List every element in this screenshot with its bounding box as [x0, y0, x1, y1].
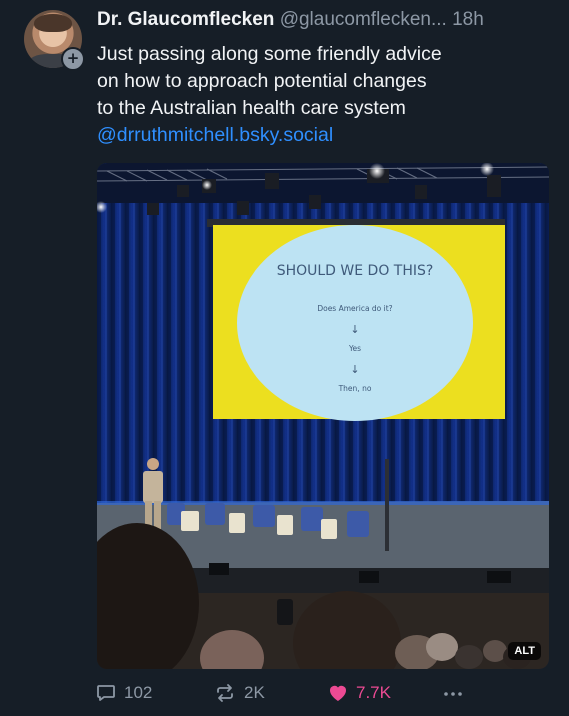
repost-count: 2K	[244, 683, 265, 702]
slide-arrow: ↓	[350, 323, 359, 336]
post-timestamp[interactable]: 18h	[452, 9, 484, 30]
mention-link[interactable]: @drruthmitchell.bsky.social	[97, 122, 537, 149]
chair	[347, 511, 369, 537]
reply-button[interactable]: 102	[96, 683, 152, 703]
stage-monitor	[487, 571, 511, 583]
repost-button[interactable]: 2K	[214, 683, 265, 703]
spotlight	[202, 180, 212, 190]
chair	[253, 505, 275, 527]
slide-line: Then, no	[338, 384, 372, 393]
side-table	[277, 515, 293, 535]
avatar-hair	[34, 14, 72, 32]
author-handle[interactable]: @glaucomflecken...	[280, 9, 447, 30]
reply-count: 102	[124, 683, 153, 702]
more-options-button[interactable]	[442, 683, 464, 703]
alt-text-badge[interactable]: ALT	[508, 642, 541, 660]
post-text-line: on how to approach potential changes	[97, 70, 427, 92]
spotlight	[369, 163, 385, 179]
ellipsis-icon	[442, 683, 464, 703]
follow-plus-icon[interactable]: +	[61, 47, 85, 71]
post-text-line: to the Australian health care system	[97, 97, 406, 119]
mic-stand	[385, 459, 389, 551]
heart-icon	[328, 684, 348, 702]
post-image[interactable]: SHOULD WE DO THIS? Does America do it? ↓…	[97, 163, 549, 669]
post-header: Dr. Glaucomflecken @glaucomflecken... 18…	[97, 9, 484, 31]
like-count: 7.7K	[356, 683, 391, 702]
slide-arrow: ↓	[350, 363, 359, 376]
slide-line: Does America do it?	[317, 304, 392, 313]
stage-monitor	[209, 563, 229, 575]
side-table	[321, 519, 337, 539]
side-table	[229, 513, 245, 533]
stage-monitor	[359, 571, 379, 583]
post-text: Just passing along some friendly advice …	[97, 41, 537, 149]
chair	[205, 503, 225, 525]
post-text-line: Just passing along some friendly advice	[97, 43, 442, 65]
like-button[interactable]: 7.7K	[328, 683, 391, 703]
reply-bubble-icon	[96, 683, 116, 703]
post-action-bar: 102 2K 7.7K	[96, 683, 556, 707]
side-table	[181, 511, 199, 531]
slide-title: SHOULD WE DO THIS?	[277, 263, 434, 279]
chair	[301, 507, 323, 531]
stage-light-strip	[97, 501, 549, 505]
repost-icon	[214, 683, 236, 703]
author-display-name[interactable]: Dr. Glaucomflecken	[97, 9, 274, 30]
conference-photo: SHOULD WE DO THIS? Does America do it? ↓…	[97, 163, 549, 669]
slide-line: Yes	[348, 344, 361, 353]
